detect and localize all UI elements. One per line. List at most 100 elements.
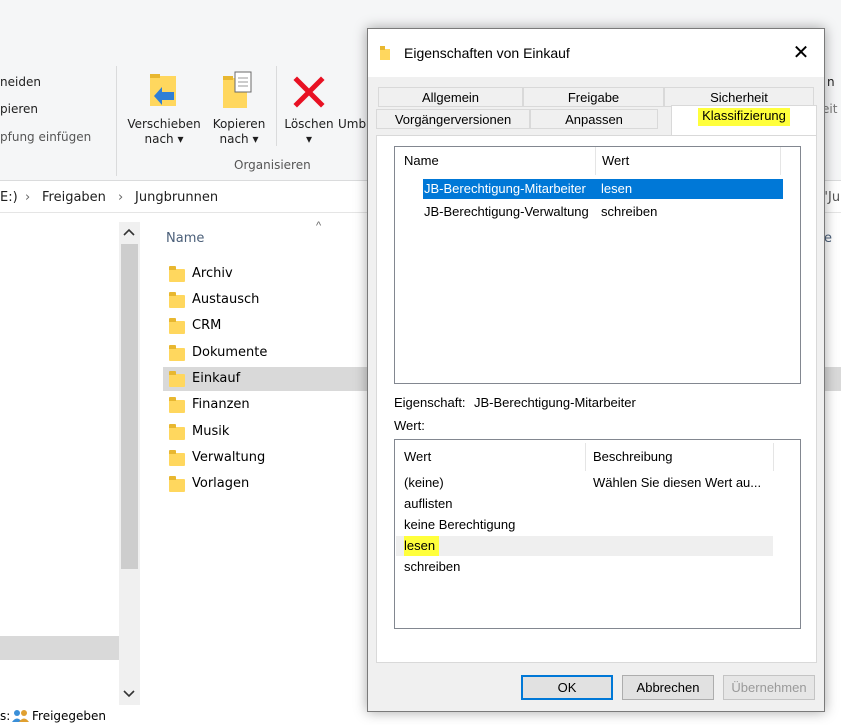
- status-partial: s:: [0, 709, 11, 723]
- property-label-value: JB-Berechtigung-Mitarbeiter: [474, 395, 636, 410]
- delete-icon: [293, 76, 325, 108]
- folder-icon: [169, 450, 185, 466]
- value-name: schreiben: [404, 559, 461, 574]
- value-row[interactable]: (keine) Wählen Sie diesen Wert au...: [396, 473, 773, 493]
- delete-label: Löschen: [284, 117, 334, 131]
- ok-button[interactable]: OK: [521, 675, 613, 700]
- copy-to-button[interactable]: Kopieren nach ▾: [207, 68, 271, 158]
- sort-ascending-icon: ^: [316, 220, 322, 232]
- cut-button[interactable]: neiden: [0, 75, 41, 89]
- ribbon-separator: [276, 66, 277, 146]
- property-row[interactable]: JB-Berechtigung-Verwaltung schreiben: [423, 202, 783, 222]
- folder-item[interactable]: Finanzen: [163, 393, 368, 417]
- tab-klassifizierung[interactable]: Klassifizierung: [671, 105, 817, 135]
- property-name: JB-Berechtigung-Mitarbeiter: [424, 181, 586, 196]
- folder-icon: [169, 424, 185, 440]
- tab-vorgaengerversionen[interactable]: Vorgängerversionen: [376, 109, 530, 129]
- folder-icon: [169, 397, 185, 413]
- folder-icon: [169, 345, 185, 361]
- rename-button[interactable]: Umb: [338, 117, 366, 131]
- column-header-partial[interactable]: e: [824, 231, 832, 246]
- tab-panel-klassifizierung: Name Wert JB-Berechtigung-Mitarbeiter le…: [376, 135, 817, 663]
- folder-item[interactable]: Musik: [163, 420, 368, 444]
- values-list[interactable]: Wert Beschreibung (keine) Wählen Sie die…: [394, 439, 801, 629]
- property-value: lesen: [601, 181, 633, 196]
- column-header-value[interactable]: Wert: [404, 443, 431, 471]
- folder-item[interactable]: Vorlagen: [163, 472, 368, 496]
- breadcrumb-separator: ›: [25, 190, 31, 205]
- folder-item[interactable]: Archiv: [163, 262, 368, 286]
- folder-item[interactable]: CRM: [163, 314, 368, 338]
- copy-path-button[interactable]: pieren: [0, 102, 38, 116]
- ribbon-separator: [116, 66, 117, 176]
- apply-button[interactable]: Übernehmen: [723, 675, 815, 700]
- status-bar: s: Freigegeben: [0, 705, 370, 725]
- column-header-name[interactable]: Name: [166, 231, 204, 246]
- delete-sublabel: ▾: [305, 132, 313, 146]
- value-label: Wert:: [394, 418, 425, 433]
- navigation-selected-item[interactable]: [0, 636, 119, 660]
- scrollbar-thumb[interactable]: [121, 244, 138, 569]
- folder-icon: [380, 46, 392, 60]
- tab-allgemein[interactable]: Allgemein: [378, 87, 523, 107]
- status-shared: Freigegeben: [32, 709, 107, 723]
- column-header-value[interactable]: Wert: [602, 147, 629, 175]
- folder-item-selected[interactable]: Einkauf: [163, 367, 368, 391]
- property-name: JB-Berechtigung-Verwaltung: [424, 204, 589, 219]
- value-name: (keine): [404, 475, 444, 490]
- group-organize-label: Organisieren: [234, 158, 311, 172]
- value-row[interactable]: auflisten: [396, 494, 773, 514]
- tab-anpassen[interactable]: Anpassen: [530, 109, 658, 129]
- value-name: keine Berechtigung: [404, 517, 516, 532]
- value-row[interactable]: schreiben: [396, 557, 773, 577]
- folder-item[interactable]: Verwaltung: [163, 446, 368, 470]
- folder-item[interactable]: Austausch: [163, 288, 368, 312]
- ribbon-right-partial: n: [827, 75, 835, 89]
- folder-icon: [169, 266, 185, 282]
- move-to-sublabel: nach ▾: [144, 132, 184, 146]
- value-name: lesen: [404, 536, 440, 556]
- tab-sicherheit[interactable]: Sicherheit: [664, 87, 814, 107]
- breadcrumb-separator: ›: [118, 190, 124, 205]
- column-header-description[interactable]: Beschreibung: [593, 443, 673, 471]
- close-icon[interactable]: ✕: [786, 39, 816, 67]
- property-value: schreiben: [601, 204, 658, 219]
- breadcrumb-jungbrunnen[interactable]: Jungbrunnen: [135, 190, 218, 205]
- scroll-down-icon[interactable]: [123, 690, 135, 698]
- copy-to-label: Kopieren: [212, 117, 266, 131]
- move-to-button[interactable]: Verschieben nach ▾: [121, 68, 207, 158]
- dialog-title: Eigenschaften von Einkauf: [404, 45, 570, 61]
- folder-icon: [169, 292, 185, 308]
- property-label: Eigenschaft:: [394, 395, 466, 410]
- delete-button[interactable]: Löschen ▾: [280, 68, 338, 158]
- move-to-label: Verschieben: [127, 117, 201, 131]
- column-divider: [780, 147, 781, 175]
- folder-icon: [169, 318, 185, 334]
- properties-dialog: Eigenschaften von Einkauf ✕ Allgemein Fr…: [367, 28, 825, 712]
- copy-to-sublabel: nach ▾: [219, 132, 259, 146]
- breadcrumb-freigaben[interactable]: Freigaben: [42, 190, 106, 205]
- column-divider: [595, 147, 596, 175]
- property-row-selected[interactable]: JB-Berechtigung-Mitarbeiter lesen: [423, 179, 783, 199]
- folder-item[interactable]: Dokumente: [163, 341, 368, 365]
- tab-klassifizierung-label: Klassifizierung: [698, 108, 790, 126]
- column-divider: [773, 443, 774, 471]
- tab-freigabe[interactable]: Freigabe: [523, 87, 664, 107]
- shared-users-icon: [12, 710, 29, 722]
- scroll-up-icon[interactable]: [123, 228, 135, 236]
- properties-list[interactable]: Name Wert JB-Berechtigung-Mitarbeiter le…: [394, 146, 801, 384]
- folder-icon: [169, 371, 185, 387]
- value-description: Wählen Sie diesen Wert au...: [593, 475, 762, 490]
- paste-shortcut-button[interactable]: pfung einfügen: [0, 130, 91, 144]
- column-header-name[interactable]: Name: [404, 147, 439, 175]
- column-divider: [585, 443, 586, 471]
- copy-to-icon: [223, 71, 252, 108]
- dialog-titlebar[interactable]: Eigenschaften von Einkauf ✕: [368, 29, 824, 77]
- breadcrumb-drive[interactable]: E:): [0, 190, 18, 205]
- cancel-button[interactable]: Abbrechen: [622, 675, 714, 700]
- value-name: auflisten: [404, 496, 453, 511]
- move-to-icon: [150, 74, 176, 106]
- folder-icon: [169, 476, 185, 492]
- value-row[interactable]: keine Berechtigung: [396, 515, 773, 535]
- value-row-current[interactable]: lesen: [396, 536, 773, 556]
